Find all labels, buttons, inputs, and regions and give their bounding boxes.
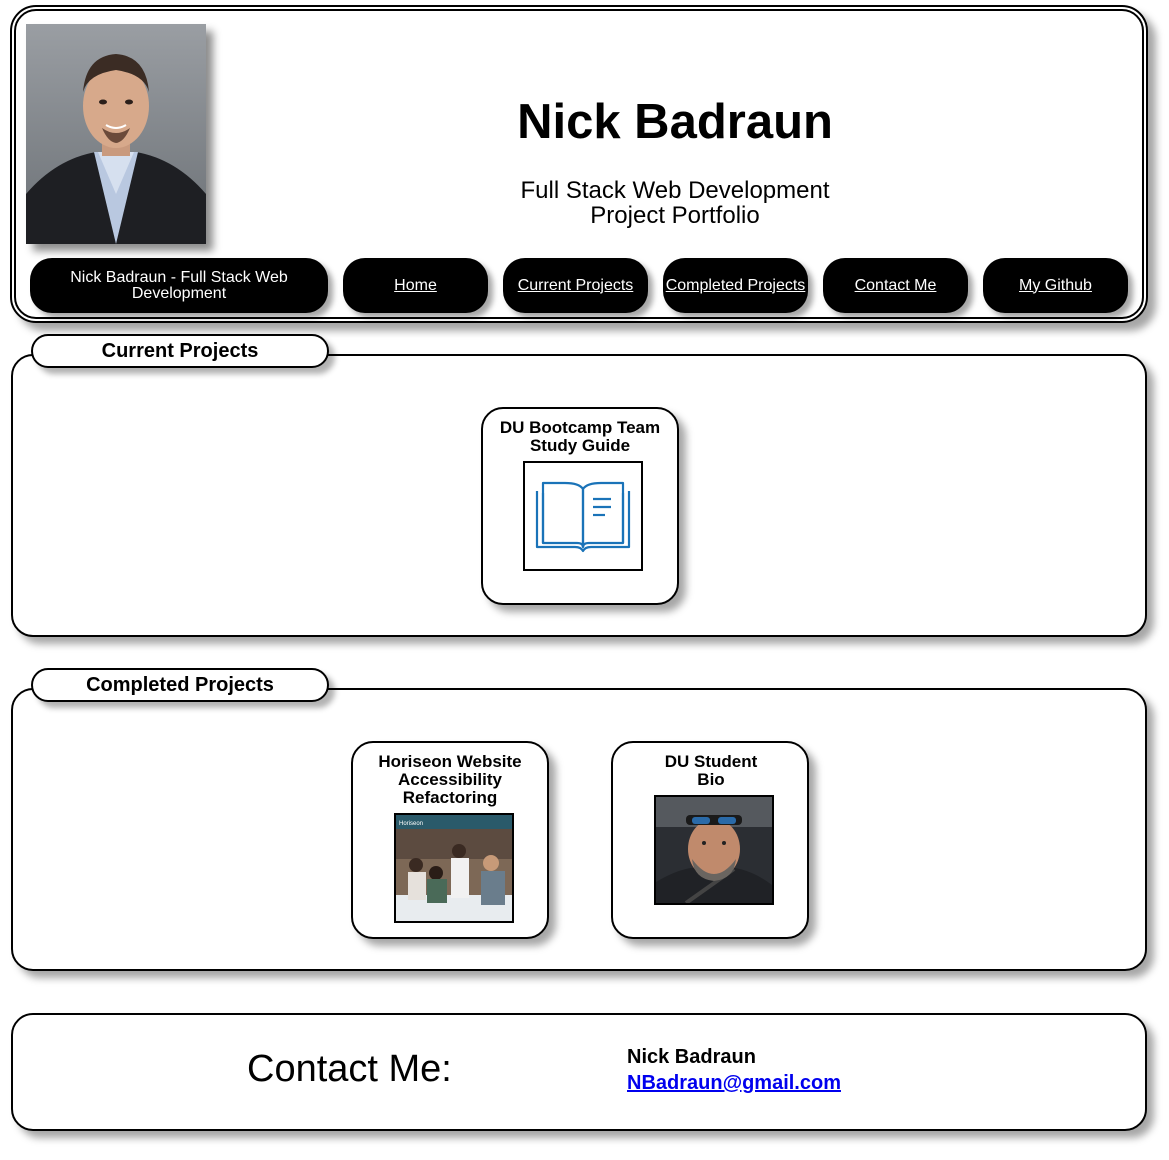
project-thumbnail[interactable] xyxy=(654,795,774,905)
nav-item-completed-projects[interactable]: Completed Projects xyxy=(663,258,808,313)
page-subtitle: Full Stack Web Development Project Portf… xyxy=(420,178,930,228)
profile-photo-image xyxy=(26,24,206,244)
profile-photo xyxy=(26,24,206,244)
contact-section xyxy=(11,1013,1147,1131)
nav-brand[interactable]: Nick Badraun - Full Stack Web Developmen… xyxy=(30,258,328,313)
nav-item-home[interactable]: Home xyxy=(343,258,488,313)
nav-item-github[interactable]: My Github xyxy=(983,258,1128,313)
current-projects-heading: Current Projects xyxy=(31,334,329,368)
project-card-title: DU Bootcamp Team Study Guide xyxy=(499,418,661,455)
nav-link-home[interactable]: Home xyxy=(394,277,437,294)
nav-link-contact-me[interactable]: Contact Me xyxy=(855,277,937,294)
project-card-study-guide[interactable]: DU Bootcamp Team Study Guide xyxy=(481,407,679,605)
student-selfie-image xyxy=(656,797,772,903)
subtitle-line-2: Project Portfolio xyxy=(590,202,760,229)
nav-item-current-projects[interactable]: Current Projects xyxy=(503,258,648,313)
horiseon-screenshot-image: Horiseon xyxy=(396,815,512,921)
nav-link-completed-projects[interactable]: Completed Projects xyxy=(666,277,806,294)
project-thumbnail[interactable] xyxy=(523,461,643,571)
svg-text:Horiseon: Horiseon xyxy=(399,821,423,827)
project-thumbnail[interactable]: Horiseon xyxy=(394,813,514,923)
nav-item-contact-me[interactable]: Contact Me xyxy=(823,258,968,313)
project-card-student-bio[interactable]: DU Student Bio xyxy=(611,741,809,939)
project-card-title: Horiseon Website Accessibility Refactori… xyxy=(378,752,522,807)
project-card-title: DU Student Bio xyxy=(664,752,758,789)
nav-link-github[interactable]: My Github xyxy=(1019,277,1092,294)
subtitle-line-1: Full Stack Web Development xyxy=(520,177,830,204)
nav-link-current-projects[interactable]: Current Projects xyxy=(518,277,634,294)
project-card-horiseon[interactable]: Horiseon Website Accessibility Refactori… xyxy=(351,741,549,939)
nav-brand-label: Nick Badraun - Full Stack Web Developmen… xyxy=(70,268,288,302)
contact-email-link[interactable]: NBadraun@gmail.com xyxy=(627,1071,841,1095)
open-book-icon xyxy=(535,481,631,553)
completed-projects-heading: Completed Projects xyxy=(31,668,329,702)
page-title: Nick Badraun xyxy=(517,95,833,149)
contact-label: Contact Me: xyxy=(247,1048,452,1090)
contact-name: Nick Badraun xyxy=(627,1046,756,1068)
completed-projects-section xyxy=(11,688,1147,971)
